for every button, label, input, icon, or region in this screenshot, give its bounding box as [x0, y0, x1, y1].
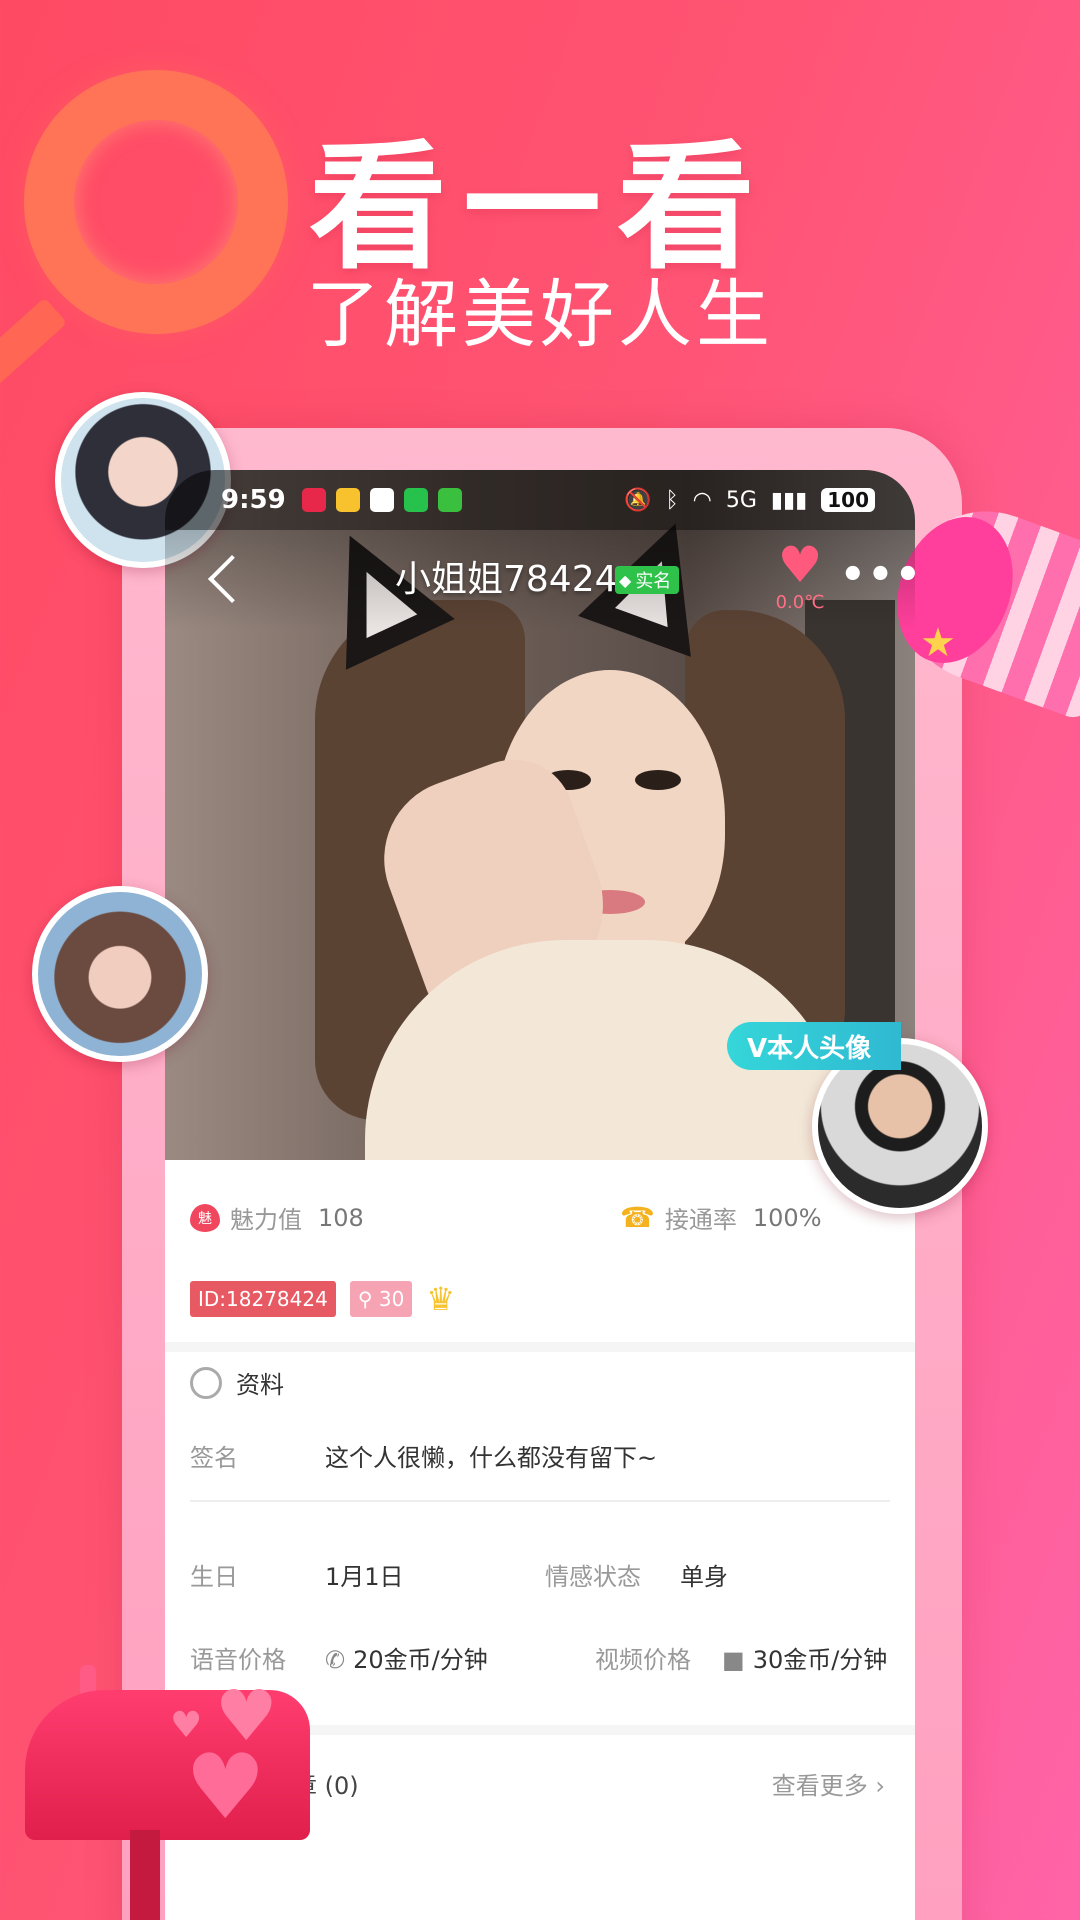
relationship-value: 单身 — [680, 1563, 728, 1591]
profile-tags: ID:18278424 ⚲ 30 ♛ — [190, 1280, 455, 1318]
weibo-app-icon — [335, 488, 360, 512]
charm-heart-icon: 魅 — [190, 1203, 220, 1232]
level-value: 30 — [378, 1287, 405, 1311]
id-tag: ID:18278424 — [190, 1281, 336, 1317]
status-indicators: 🔕 ᛒ ◠ 5G ▮▮▮ 100 — [624, 488, 875, 513]
birthday-label: 生日 — [190, 1563, 238, 1591]
section-title: 资料 — [236, 1371, 284, 1399]
answer-rate-label: 接通率 — [664, 1206, 737, 1234]
profile-info-icon — [190, 1366, 222, 1399]
relationship-label: 情感状态 — [545, 1563, 641, 1591]
floating-avatar — [32, 886, 208, 1062]
level-tag: ⚲ 30 — [349, 1281, 413, 1317]
mailbox-post — [130, 1830, 160, 1920]
profile-name: 小姐姐78424 — [395, 559, 618, 600]
video-price: ■ 30金币/分钟 — [722, 1640, 887, 1675]
photo-eye — [635, 770, 681, 790]
birthday-value: 1月1日 — [325, 1563, 404, 1591]
video-price-value: 30金币/分钟 — [752, 1646, 888, 1674]
real-avatar-badge: V本人头像 — [727, 1022, 902, 1070]
answer-rate-stat: ☎ 接通率 100% — [620, 1200, 822, 1235]
see-more-label: 查看更多 — [771, 1772, 868, 1800]
see-more-link[interactable]: 查看更多 › — [772, 1766, 885, 1801]
voice-price-value: 20金币/分钟 — [353, 1646, 488, 1674]
signature-label: 签名 — [190, 1444, 238, 1472]
temperature-value: 0.0℃ — [775, 592, 825, 613]
status-time: 9:59 — [221, 485, 286, 515]
section-divider — [165, 1342, 915, 1352]
charm-value: 108 — [318, 1203, 364, 1232]
mute-icon: 🔕 — [624, 487, 652, 513]
chevron-right-icon: › — [875, 1772, 885, 1800]
like-button[interactable]: ♥ 0.0℃ — [770, 538, 830, 613]
voice-price-label: 语音价格 — [190, 1646, 286, 1674]
info-section-header: 资料 — [190, 1365, 284, 1400]
crown-icon: ♛ — [426, 1280, 455, 1318]
heart-icon: ♥ — [185, 1735, 266, 1840]
signal-label: 5G — [725, 487, 757, 513]
verified-label: 实名 — [635, 571, 672, 592]
profile-topbar: 小姐姐78424 ◆ 实名 ♥ 0.0℃ ••• — [165, 530, 915, 630]
charm-stat: 魅 魅力值 108 — [190, 1200, 364, 1235]
video-price-label: 视频价格 — [595, 1646, 691, 1674]
promo-subtitle: 了解美好人生 — [306, 272, 774, 358]
video-icon: ■ — [722, 1646, 745, 1674]
heart-app-icon — [369, 488, 394, 512]
diamond-icon: ◆ — [619, 570, 632, 590]
wifi-icon: ◠ — [692, 487, 712, 513]
verified-badge: ◆ 实名 — [615, 566, 680, 594]
bluetooth-icon: ᛒ — [665, 487, 679, 513]
answer-rate-value: 100% — [752, 1203, 822, 1232]
more-dots-icon[interactable]: ••• — [840, 552, 915, 598]
signature-value: 这个人很懒，什么都没有留下~ — [325, 1444, 658, 1472]
charm-label: 魅力值 — [230, 1206, 302, 1234]
music-app-icon — [301, 488, 326, 512]
heart-icon: ♥ — [170, 1705, 203, 1746]
phone-icon: ☎ — [620, 1201, 655, 1234]
phone-icon: ✆ — [325, 1646, 346, 1674]
chevron-left-icon[interactable] — [207, 554, 257, 604]
star-icon: ★ — [920, 620, 956, 666]
signal-icon: ▮▮▮ — [770, 487, 808, 513]
status-bar: 9:59 🔕 ᛒ ◠ 5G ▮▮▮ 100 — [165, 470, 915, 530]
heart-icon: ♥ — [777, 536, 823, 594]
phone-app-icon — [403, 488, 428, 512]
voice-price: ✆ 20金币/分钟 — [325, 1640, 488, 1675]
battery-indicator: 100 — [821, 488, 875, 512]
store-app-icon — [437, 488, 462, 512]
row-divider — [190, 1500, 890, 1502]
